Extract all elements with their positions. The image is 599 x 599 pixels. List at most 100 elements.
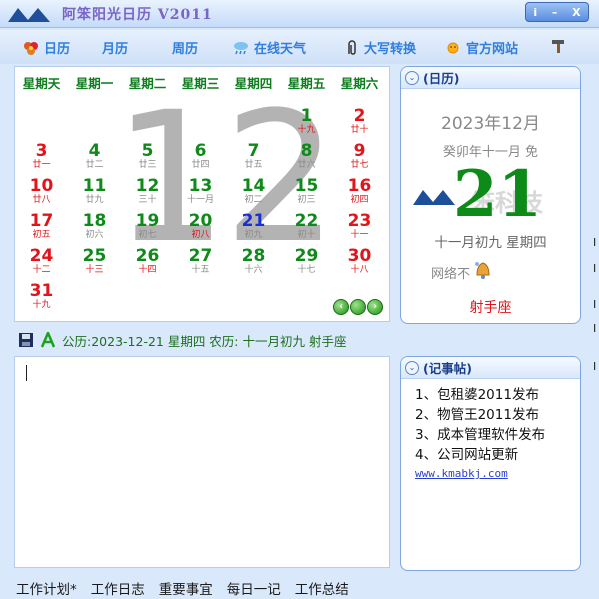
day-number: 29 [294, 246, 319, 266]
tab-work-log[interactable]: 工作日志 [91, 578, 145, 598]
list-item[interactable]: 4、公司网站更新 [415, 445, 580, 465]
toolbar-tools-button[interactable] [550, 38, 568, 54]
day-cell[interactable]: 6 廿四 [174, 142, 227, 171]
day-number: 17 [29, 211, 54, 231]
bell-icon[interactable] [471, 257, 495, 281]
note-editor[interactable] [14, 356, 390, 568]
day-cell[interactable]: 22 初十 [280, 212, 333, 241]
day-cell[interactable]: 23 十一 [333, 212, 386, 241]
close-button[interactable]: X [572, 6, 580, 19]
lunar-date: 十九 [32, 300, 51, 310]
lunar-date: 十一月 [186, 195, 214, 205]
notes-list: 1、包租婆2011发布 2、物管王2011发布 3、成本管理软件发布 4、公司网… [401, 379, 580, 465]
day-cell[interactable]: 9 廿七 [333, 142, 386, 171]
day-number: 27 [188, 246, 213, 266]
day-cell[interactable]: 15 初三 [280, 177, 333, 206]
day-cell[interactable]: 10 廿八 [15, 177, 68, 206]
day-number: 16 [347, 176, 372, 196]
lunar-date: 廿七 [350, 160, 369, 170]
toolbar-convert-button[interactable]: 大写转换 [342, 38, 416, 57]
weekday-label: 星期天 [22, 76, 61, 91]
weekday-header: 星期天 星期一 星期二 星期三 星期四 星期五 星期六 [15, 73, 389, 92]
info-row: 公历:2023-12-21 星期四 农历: 十一月初九 射手座 [18, 330, 346, 350]
day-cell[interactable]: 2 廿十 [333, 107, 386, 136]
day-cell[interactable]: 30 十八 [333, 247, 386, 276]
tab-work-summary[interactable]: 工作总结 [295, 578, 349, 598]
day-cell[interactable]: 25 十三 [68, 247, 121, 276]
lunar-date: 廿五 [244, 160, 263, 170]
font-icon[interactable] [40, 332, 56, 348]
info-button[interactable]: i [533, 6, 537, 19]
toolbar-month-button[interactable]: 月历 [102, 38, 128, 57]
day-number: 21 [241, 211, 266, 231]
prev-month-button[interactable]: ‹ [333, 299, 349, 315]
day-number: 24 [29, 246, 54, 266]
tab-important[interactable]: 重要事宜 [159, 578, 213, 598]
minimize-button[interactable]: – [552, 6, 558, 19]
edge-glyph: I [593, 298, 597, 311]
day-cell[interactable]: 28 十六 [227, 247, 280, 276]
day-cell[interactable]: 1 十九 [280, 107, 333, 136]
notes-panel-title: (记事帖) [423, 361, 472, 376]
lunar-date: 廿八 [32, 195, 51, 205]
website-link[interactable]: www.kmabkj.com [401, 467, 580, 480]
month-nav: ‹ › [333, 299, 383, 315]
day-cell[interactable]: 19 初七 [121, 212, 174, 241]
day-cell[interactable]: 5 廿三 [121, 142, 174, 171]
list-item[interactable]: 3、成本管理软件发布 [415, 425, 580, 445]
day-panel-header: ⌄ (日历) [401, 67, 580, 89]
day-cell[interactable]: 13 十一月 [174, 177, 227, 206]
day-cell[interactable]: 29 十七 [280, 247, 333, 276]
day-cell[interactable]: 11 廿九 [68, 177, 121, 206]
day-cell[interactable]: 24 十二 [15, 247, 68, 276]
text-caret [26, 365, 27, 381]
bottom-tabs: 工作计划* 工作日志 重要事宜 每日一记 工作总结 [16, 578, 349, 598]
day-number: 28 [241, 246, 266, 266]
day-panel: ⌄ (日历) 2023年12月 癸卯年十一月 免 笨科技 21 十一月初九 星期… [400, 66, 581, 324]
edge-glyph: I [593, 360, 597, 373]
day-panel-title: (日历) [423, 71, 460, 86]
lunar-date: 十三 [85, 265, 104, 275]
next-month-button[interactable]: › [367, 299, 383, 315]
day-cell[interactable]: 8 廿六 [280, 142, 333, 171]
collapse-icon[interactable]: ⌄ [405, 360, 419, 375]
lunar-date: 初六 [85, 230, 104, 240]
lunar-date: 廿十 [350, 125, 369, 135]
lunar-date: 十八 [350, 265, 369, 275]
collapse-icon[interactable]: ⌄ [405, 70, 419, 85]
toolbar-calendar-button[interactable]: 日历 [22, 38, 70, 57]
today-button[interactable] [350, 299, 366, 315]
day-number: 3 [35, 141, 48, 161]
day-cell[interactable]: 27 十五 [174, 247, 227, 276]
app-logo-icon [8, 8, 50, 22]
tab-daily-note[interactable]: 每日一记 [227, 578, 281, 598]
toolbar-weather-button[interactable]: 在线天气 [232, 38, 306, 57]
day-number: 25 [82, 246, 107, 266]
edge-glyph: I [593, 322, 597, 335]
lunar-date: 初五 [32, 230, 51, 240]
day-cell[interactable]: 18 初六 [68, 212, 121, 241]
weekday-label: 星期四 [234, 76, 273, 91]
tab-work-plan[interactable]: 工作计划* [16, 578, 77, 598]
list-item[interactable]: 2、物管王2011发布 [415, 405, 580, 425]
day-cell[interactable]: 4 廿二 [68, 142, 121, 171]
day-cell[interactable]: 26 十四 [121, 247, 174, 276]
day-cell[interactable]: 20 初八 [174, 212, 227, 241]
list-item[interactable]: 1、包租婆2011发布 [415, 385, 580, 405]
day-number: 19 [135, 211, 160, 231]
day-cell[interactable]: 14 初二 [227, 177, 280, 206]
day-cell[interactable]: 3 廿一 [15, 142, 68, 171]
paperclip-icon [348, 39, 356, 55]
day-cell[interactable]: 16 初四 [333, 177, 386, 206]
day-cell[interactable]: 12 三十 [121, 177, 174, 206]
day-cell[interactable]: 21 初九 [227, 212, 280, 241]
day-number: 26 [135, 246, 160, 266]
toolbar-week-button[interactable]: 周历 [172, 38, 198, 57]
save-icon[interactable] [18, 332, 34, 348]
toolbar-website-button[interactable]: 官方网站 [444, 38, 518, 57]
day-cell[interactable]: 17 初五 [15, 212, 68, 241]
hammer-icon [552, 40, 564, 53]
day-cell[interactable]: 7 廿五 [227, 142, 280, 171]
day-cell[interactable]: 31 十九 [15, 282, 68, 311]
day-number: 12 [135, 176, 160, 196]
